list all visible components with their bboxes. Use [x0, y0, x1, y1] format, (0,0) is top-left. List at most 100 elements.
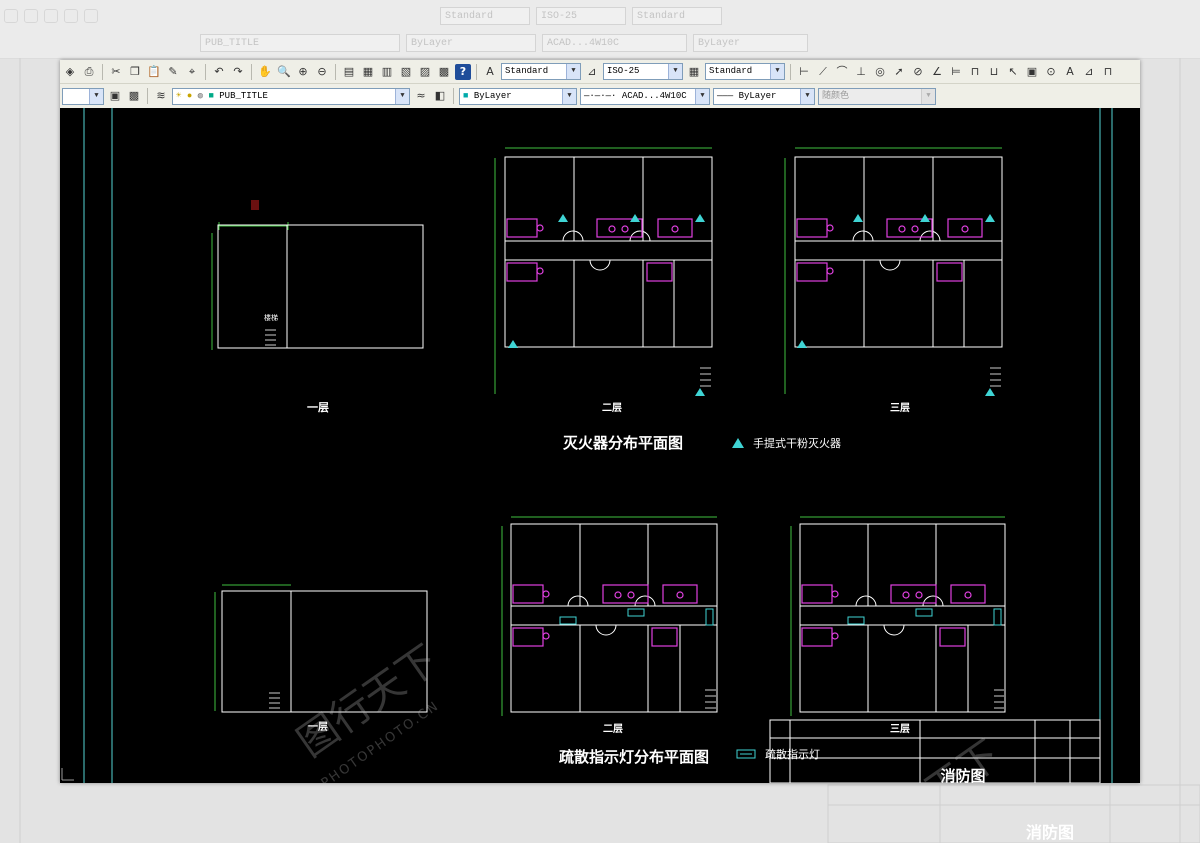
zoom-previous-icon[interactable]: ⊖: [314, 64, 330, 80]
toolbar: ◈ ⎙ ✂ ❐ 📋 ✎ ⌖ ↶ ↷ ✋ 🔍 ⊕ ⊖ ▤ ▦ ▥ ▧ ▨ ▩ ? …: [60, 60, 1140, 109]
paste-icon[interactable]: 📋: [146, 64, 162, 80]
ghost-icon: [64, 9, 78, 23]
diameter-dimension-icon[interactable]: ⊘: [910, 64, 926, 80]
dim-style-value: ISO-25: [607, 66, 640, 76]
chevron-down-icon: ▼: [800, 88, 814, 104]
background-dim-style: ISO-25: [536, 7, 626, 25]
section-2-legend: 疏散指示灯: [765, 747, 820, 761]
leader-icon[interactable]: ↖: [1005, 64, 1021, 80]
background-text-style: Standard: [440, 7, 530, 25]
make-current-layer-icon[interactable]: ≈: [413, 88, 429, 104]
background-lineweight-combo: ByLayer: [693, 34, 808, 52]
drawing-canvas[interactable]: 消防图 楼梯 一层 二层 三层 灭火器分布平面图 手提式干粉灭火器 一层 二层 …: [60, 108, 1140, 783]
calculator-icon[interactable]: ▩: [436, 64, 452, 80]
background-color-combo: ByLayer: [406, 34, 536, 52]
linetype-value: ACAD...4W10C: [621, 90, 687, 101]
toolbar-row-standard: ◈ ⎙ ✂ ❐ 📋 ✎ ⌖ ↶ ↷ ✋ 🔍 ⊕ ⊖ ▤ ▦ ▥ ▧ ▨ ▩ ? …: [60, 60, 1140, 84]
undo-icon[interactable]: ↶: [211, 64, 227, 80]
table-style-select[interactable]: Standard ▼: [705, 63, 785, 80]
sun-icon: ●: [186, 90, 193, 101]
lightbulb-icon: ☀: [176, 90, 182, 101]
stair-label: 楼梯: [264, 313, 278, 322]
section-2-title: 疏散指示灯分布平面图: [559, 748, 709, 766]
dimension-edit-icon[interactable]: A: [1062, 64, 1078, 80]
zoom-realtime-icon[interactable]: 🔍: [276, 64, 292, 80]
zoom-window-icon[interactable]: ⊕: [295, 64, 311, 80]
color-swatch-icon: ■: [208, 90, 214, 101]
ghost-icon: [84, 9, 98, 23]
floor-1-label: 一层: [307, 401, 329, 414]
baseline-dimension-icon[interactable]: ⊓: [967, 64, 983, 80]
chevron-down-icon: ▼: [395, 88, 409, 104]
block-editor-icon[interactable]: ⌖: [184, 64, 200, 80]
layer-previous-icon[interactable]: ▩: [126, 88, 142, 104]
chevron-down-icon: ▼: [566, 64, 580, 79]
sheet-set-icon[interactable]: ▧: [398, 64, 414, 80]
floor-2-label: 二层: [602, 402, 622, 414]
color-swatch-icon: ■: [463, 90, 469, 101]
linetype-select[interactable]: —·—·—· ACAD...4W10C ▼: [580, 87, 710, 105]
layer-select[interactable]: ☀ ● ◍ ■ PUB_TITLE ▼: [172, 87, 410, 105]
table-style-value: Standard: [709, 66, 753, 76]
chevron-down-icon: ▼: [695, 88, 709, 104]
plot-style-value: 随颜色: [822, 90, 850, 101]
dimension-text-edit-icon[interactable]: ⊿: [1081, 64, 1097, 80]
toolbar-row-layers: ▼ ▣ ▩ ≋ ☀ ● ◍ ■ PUB_TITLE ▼ ≈ ◧ ■ ByLaye…: [60, 84, 1140, 108]
layer-manager-icon[interactable]: ≋: [153, 88, 169, 104]
design-center-icon[interactable]: ▦: [360, 64, 376, 80]
layer-state-icon[interactable]: ▣: [107, 88, 123, 104]
tool-palettes-icon[interactable]: ▥: [379, 64, 395, 80]
tolerance-icon[interactable]: ▣: [1024, 64, 1040, 80]
chevron-down-icon: ▼: [89, 88, 103, 104]
dim-style-icon: ⊿: [587, 64, 597, 78]
chevron-down-icon: ▼: [562, 88, 576, 104]
floor-3-label-2: 三层: [890, 723, 910, 735]
copy-icon[interactable]: ❐: [127, 64, 143, 80]
pan-icon[interactable]: ✋: [257, 64, 273, 80]
background-title-block-label: 消防图: [1026, 823, 1074, 842]
angular-dimension-icon[interactable]: ∠: [929, 64, 945, 80]
chevron-down-icon: ▼: [668, 64, 682, 79]
help-icon[interactable]: ?: [455, 63, 471, 80]
dim-style-select[interactable]: ISO-25 ▼: [603, 63, 683, 80]
floor-2-label-2: 二层: [603, 723, 623, 735]
chevron-down-icon: ▼: [921, 88, 935, 104]
workspace-select[interactable]: ▼: [62, 87, 104, 105]
section-1-title: 灭火器分布平面图: [562, 434, 683, 452]
cad-window: ◈ ⎙ ✂ ❐ 📋 ✎ ⌖ ↶ ↷ ✋ 🔍 ⊕ ⊖ ▤ ▦ ▥ ▧ ▨ ▩ ? …: [60, 60, 1140, 783]
plot-style-select: 随颜色 ▼: [818, 87, 936, 105]
arc-length-icon[interactable]: ⌒: [834, 64, 850, 80]
color-select[interactable]: ■ ByLayer ▼: [459, 87, 577, 105]
publish-icon[interactable]: ◈: [62, 64, 78, 80]
layer-previous-2-icon[interactable]: ◧: [432, 88, 448, 104]
linetype-sample: —·—·—·: [584, 90, 617, 101]
linear-dimension-icon[interactable]: ⊢: [796, 64, 812, 80]
lineweight-sample: ———: [717, 90, 739, 101]
ghost-icon: [4, 9, 18, 23]
quick-dimension-icon[interactable]: ⊨: [948, 64, 964, 80]
jogged-dimension-icon[interactable]: ➚: [891, 64, 907, 80]
text-style-icon: A: [486, 64, 494, 78]
center-mark-icon[interactable]: ⊙: [1043, 64, 1059, 80]
aligned-dimension-icon[interactable]: ⟋: [815, 64, 831, 80]
lock-icon: ◍: [197, 90, 204, 101]
markup-icon[interactable]: ▨: [417, 64, 433, 80]
redo-icon[interactable]: ↷: [230, 64, 246, 80]
layer-value: PUB_TITLE: [219, 90, 268, 101]
ordinate-dimension-icon[interactable]: ⊥: [853, 64, 869, 80]
match-properties-icon[interactable]: ✎: [165, 64, 181, 80]
ghost-icon: [44, 9, 58, 23]
plot-icon[interactable]: ⎙: [81, 64, 97, 80]
background-toolbar-row: PUB_TITLE ByLayer ACAD...4W10C ByLayer: [0, 30, 1200, 56]
background-toolbar: Standard ISO-25 Standard PUB_TITLE ByLay…: [0, 0, 1200, 59]
dimension-update-icon[interactable]: ⊓: [1100, 64, 1116, 80]
lineweight-select[interactable]: ——— ByLayer ▼: [713, 87, 815, 105]
cut-icon[interactable]: ✂: [108, 64, 124, 80]
text-style-value: Standard: [505, 66, 549, 76]
continue-dimension-icon[interactable]: ⊔: [986, 64, 1002, 80]
text-style-select[interactable]: Standard ▼: [501, 63, 581, 80]
background-toolbar-row: Standard ISO-25 Standard: [0, 3, 1200, 29]
properties-icon[interactable]: ▤: [341, 64, 357, 80]
radius-dimension-icon[interactable]: ◎: [872, 64, 888, 80]
ghost-icon: [24, 9, 38, 23]
